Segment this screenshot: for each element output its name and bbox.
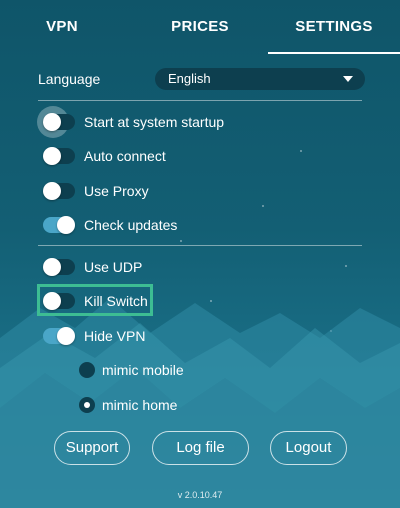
kill-switch-toggle[interactable] [43, 292, 75, 310]
use-proxy-label: Use Proxy [84, 183, 149, 199]
language-selected-value: English [168, 71, 211, 86]
settings-panel: Language English Start at system startup… [0, 0, 400, 508]
hide-vpn-toggle[interactable] [43, 327, 75, 345]
use-proxy-toggle[interactable] [43, 182, 75, 200]
check-updates-toggle[interactable] [43, 216, 75, 234]
chevron-down-icon [343, 76, 353, 82]
use-udp-label: Use UDP [84, 259, 143, 275]
version-label: v 2.0.10.47 [177, 490, 223, 500]
use-udp-toggle[interactable] [43, 258, 75, 276]
language-label: Language [38, 71, 101, 87]
startup-toggle[interactable] [43, 113, 75, 131]
mimic-home-label: mimic home [102, 397, 178, 413]
log-file-button[interactable]: Log file [152, 431, 249, 465]
kill-switch-label: Kill Switch [84, 293, 148, 309]
auto-connect-label: Auto connect [84, 148, 166, 164]
mimic-mobile-label: mimic mobile [102, 362, 184, 378]
divider [38, 100, 362, 101]
startup-label: Start at system startup [84, 114, 225, 130]
auto-connect-toggle[interactable] [43, 147, 75, 165]
logout-button[interactable]: Logout [270, 431, 347, 465]
hide-vpn-label: Hide VPN [84, 328, 146, 344]
check-updates-label: Check updates [84, 217, 178, 233]
mimic-home-radio[interactable] [79, 397, 95, 413]
support-button[interactable]: Support [54, 431, 130, 465]
mimic-mobile-radio[interactable] [79, 362, 95, 378]
divider [38, 245, 362, 246]
language-select[interactable]: English [155, 68, 365, 90]
